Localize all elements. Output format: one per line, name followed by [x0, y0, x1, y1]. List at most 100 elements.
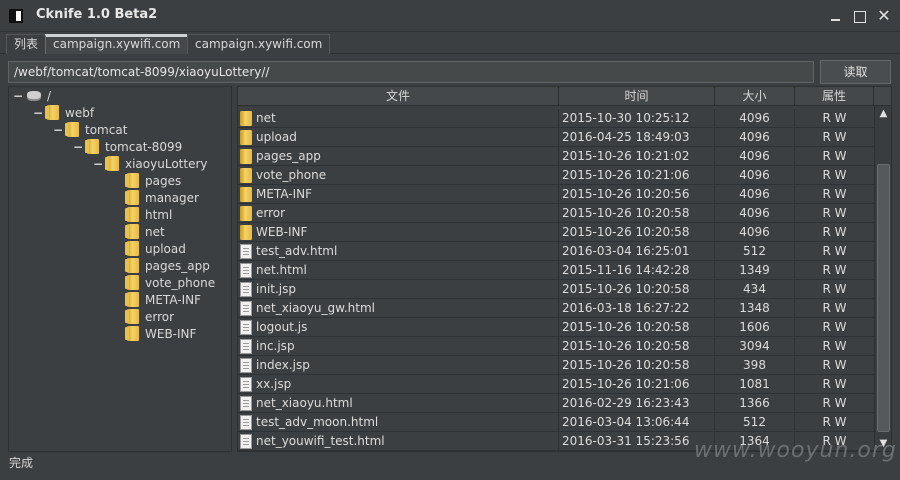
- column-header-time[interactable]: 时间: [559, 87, 715, 106]
- close-icon[interactable]: ✕: [874, 6, 894, 26]
- file-icon: [240, 263, 252, 278]
- tree-node[interactable]: vote_phone: [113, 275, 215, 292]
- tab-site-active[interactable]: campaign.xywifi.com: [45, 34, 189, 54]
- file-name-cell: net_xiaoyu.html: [238, 394, 559, 413]
- file-name-cell: net_xiaoyu_gw.html: [238, 299, 559, 318]
- folder-icon: [125, 292, 139, 307]
- table-row[interactable]: inc.jsp 2015-10-26 10:20:58 3094 R W: [238, 337, 874, 356]
- tree-node[interactable]: pages_app: [113, 258, 210, 275]
- tree-node[interactable]: manager: [113, 190, 199, 207]
- tree-node[interactable]: META-INF: [113, 292, 201, 309]
- tree-toggle-icon[interactable]: −: [13, 88, 27, 105]
- status-text: 完成: [9, 456, 34, 470]
- table-row[interactable]: net_xiaoyu.html 2016-02-29 16:23:43 1366 R …: [238, 394, 874, 413]
- file-name: error: [256, 206, 286, 220]
- column-header-file[interactable]: 文件: [238, 87, 559, 106]
- file-name: upload: [256, 130, 297, 144]
- size-cell: 4096: [715, 166, 795, 185]
- tree-node[interactable]: − xiaoyuLottery: [93, 156, 207, 173]
- table-header: 文件 时间 大小 属性: [238, 87, 891, 106]
- file-name-cell: index.jsp: [238, 356, 559, 375]
- table-row[interactable]: init.jsp 2015-10-26 10:20:58 434 R W: [238, 280, 874, 299]
- size-cell: 1349: [715, 261, 795, 280]
- directory-tree: − / − webf − tomcat − tomcat-8099− xiaoyuLottery…: [8, 86, 232, 452]
- tree-node-label: net: [145, 225, 165, 239]
- file-name-cell: test_adv.html: [238, 242, 559, 261]
- file-icon: [240, 301, 252, 316]
- tree-node[interactable]: net: [113, 224, 165, 241]
- tree-node[interactable]: − /: [13, 88, 51, 105]
- tree-node[interactable]: − webf: [33, 105, 94, 122]
- folder-icon: [125, 275, 139, 290]
- column-header-attr[interactable]: 属性: [795, 87, 874, 106]
- time-cell: 2016-03-04 16:25:01: [559, 242, 715, 261]
- table-row[interactable]: logout.js 2015-10-26 10:20:58 1606 R W: [238, 318, 874, 337]
- file-name: net_xiaoyu.html: [256, 396, 353, 410]
- folder-icon: [240, 111, 252, 126]
- table-row[interactable]: vote_phone 2015-10-26 10:21:06 4096 R W: [238, 166, 874, 185]
- tree-node[interactable]: WEB-INF: [113, 326, 196, 343]
- tree-node-label: upload: [145, 242, 186, 256]
- folder-icon: [125, 258, 139, 273]
- column-header-size[interactable]: 大小: [715, 87, 795, 106]
- folder-icon: [85, 139, 99, 154]
- path-input[interactable]: [8, 61, 814, 83]
- time-cell: 2015-10-26 10:20:56: [559, 185, 715, 204]
- time-cell: 2015-10-26 10:20:58: [559, 337, 715, 356]
- file-name: net_xiaoyu_gw.html: [256, 301, 376, 315]
- table-row[interactable]: test_adv.html 2016-03-04 16:25:01 512 R W: [238, 242, 874, 261]
- scroll-up-icon[interactable]: ▲: [875, 106, 891, 122]
- tab-site[interactable]: campaign.xywifi.com: [187, 34, 331, 54]
- folder-icon: [125, 173, 139, 188]
- tree-node-label: META-INF: [145, 293, 202, 307]
- folder-icon: [125, 241, 139, 256]
- tree-node-label: tomcat: [85, 123, 128, 137]
- tree-node[interactable]: − tomcat: [53, 122, 127, 139]
- table-row[interactable]: META-INF 2015-10-26 10:20:56 4096 R W: [238, 185, 874, 204]
- file-name: WEB-INF: [256, 225, 308, 239]
- folder-icon: [125, 224, 139, 239]
- tree-node[interactable]: upload: [113, 241, 186, 258]
- tree-node[interactable]: pages: [113, 173, 181, 190]
- file-name: test_adv_moon.html: [256, 415, 379, 429]
- tab-bar: 列表 campaign.xywifi.com campaign.xywifi.c…: [0, 32, 900, 54]
- table-row[interactable]: WEB-INF 2015-10-26 10:20:58 4096 R W: [238, 223, 874, 242]
- tree-node-label: html: [145, 208, 173, 222]
- table-row[interactable]: index.jsp 2015-10-26 10:20:58 398 R W: [238, 356, 874, 375]
- table-row[interactable]: upload 2016-04-25 18:49:03 4096 R W: [238, 128, 874, 147]
- file-name-cell: test_adv_moon.html: [238, 413, 559, 432]
- file-name-cell: upload: [238, 128, 559, 147]
- tree-node[interactable]: − tomcat-8099: [73, 139, 182, 156]
- tree-node[interactable]: html: [113, 207, 172, 224]
- file-name-cell: WEB-INF: [238, 223, 559, 242]
- file-name-cell: logout.js: [238, 318, 559, 337]
- table-row[interactable]: xx.jsp 2015-10-26 10:21:06 1081 R W: [238, 375, 874, 394]
- read-button[interactable]: 读取: [820, 60, 891, 84]
- file-name-cell: net.html: [238, 261, 559, 280]
- maximize-icon[interactable]: [850, 6, 870, 26]
- file-name: META-INF: [256, 187, 313, 201]
- time-cell: 2015-10-26 10:20:58: [559, 204, 715, 223]
- attr-cell: R W: [822, 225, 847, 239]
- file-name-cell: META-INF: [238, 185, 559, 204]
- table-row[interactable]: test_adv_moon.html 2016-03-04 13:06:44 512…: [238, 413, 874, 432]
- file-name: xx.jsp: [256, 377, 292, 391]
- size-cell: 1366: [715, 394, 795, 413]
- minimize-icon[interactable]: [826, 6, 846, 26]
- attr-cell: R W: [822, 168, 847, 182]
- tree-node[interactable]: error: [113, 309, 174, 326]
- title-bar: Cknife 1.0 Beta2 ✕: [0, 0, 900, 32]
- size-cell: 4096: [715, 128, 795, 147]
- table-row[interactable]: net_xiaoyu_gw.html 2016-03-18 16:27:22 134…: [238, 299, 874, 318]
- table-row[interactable]: error 2015-10-26 10:20:58 4096 R W: [238, 204, 874, 223]
- vertical-scrollbar[interactable]: ▲ ▼: [874, 106, 891, 451]
- tab-list[interactable]: 列表: [6, 34, 47, 54]
- file-name-cell: xx.jsp: [238, 375, 559, 394]
- scroll-thumb[interactable]: [877, 164, 890, 432]
- tree-node-label: xiaoyuLottery: [125, 157, 208, 171]
- table-row[interactable]: pages_app 2015-10-26 10:21:02 4096 R W: [238, 147, 874, 166]
- table-row[interactable]: net 2015-10-30 10:25:12 4096 R W: [238, 109, 874, 128]
- table-row[interactable]: net.html 2015-11-16 14:42:28 1349 R W: [238, 261, 874, 280]
- time-cell: 2015-10-26 10:21:02: [559, 147, 715, 166]
- tree-node-label: pages_app: [145, 259, 210, 273]
